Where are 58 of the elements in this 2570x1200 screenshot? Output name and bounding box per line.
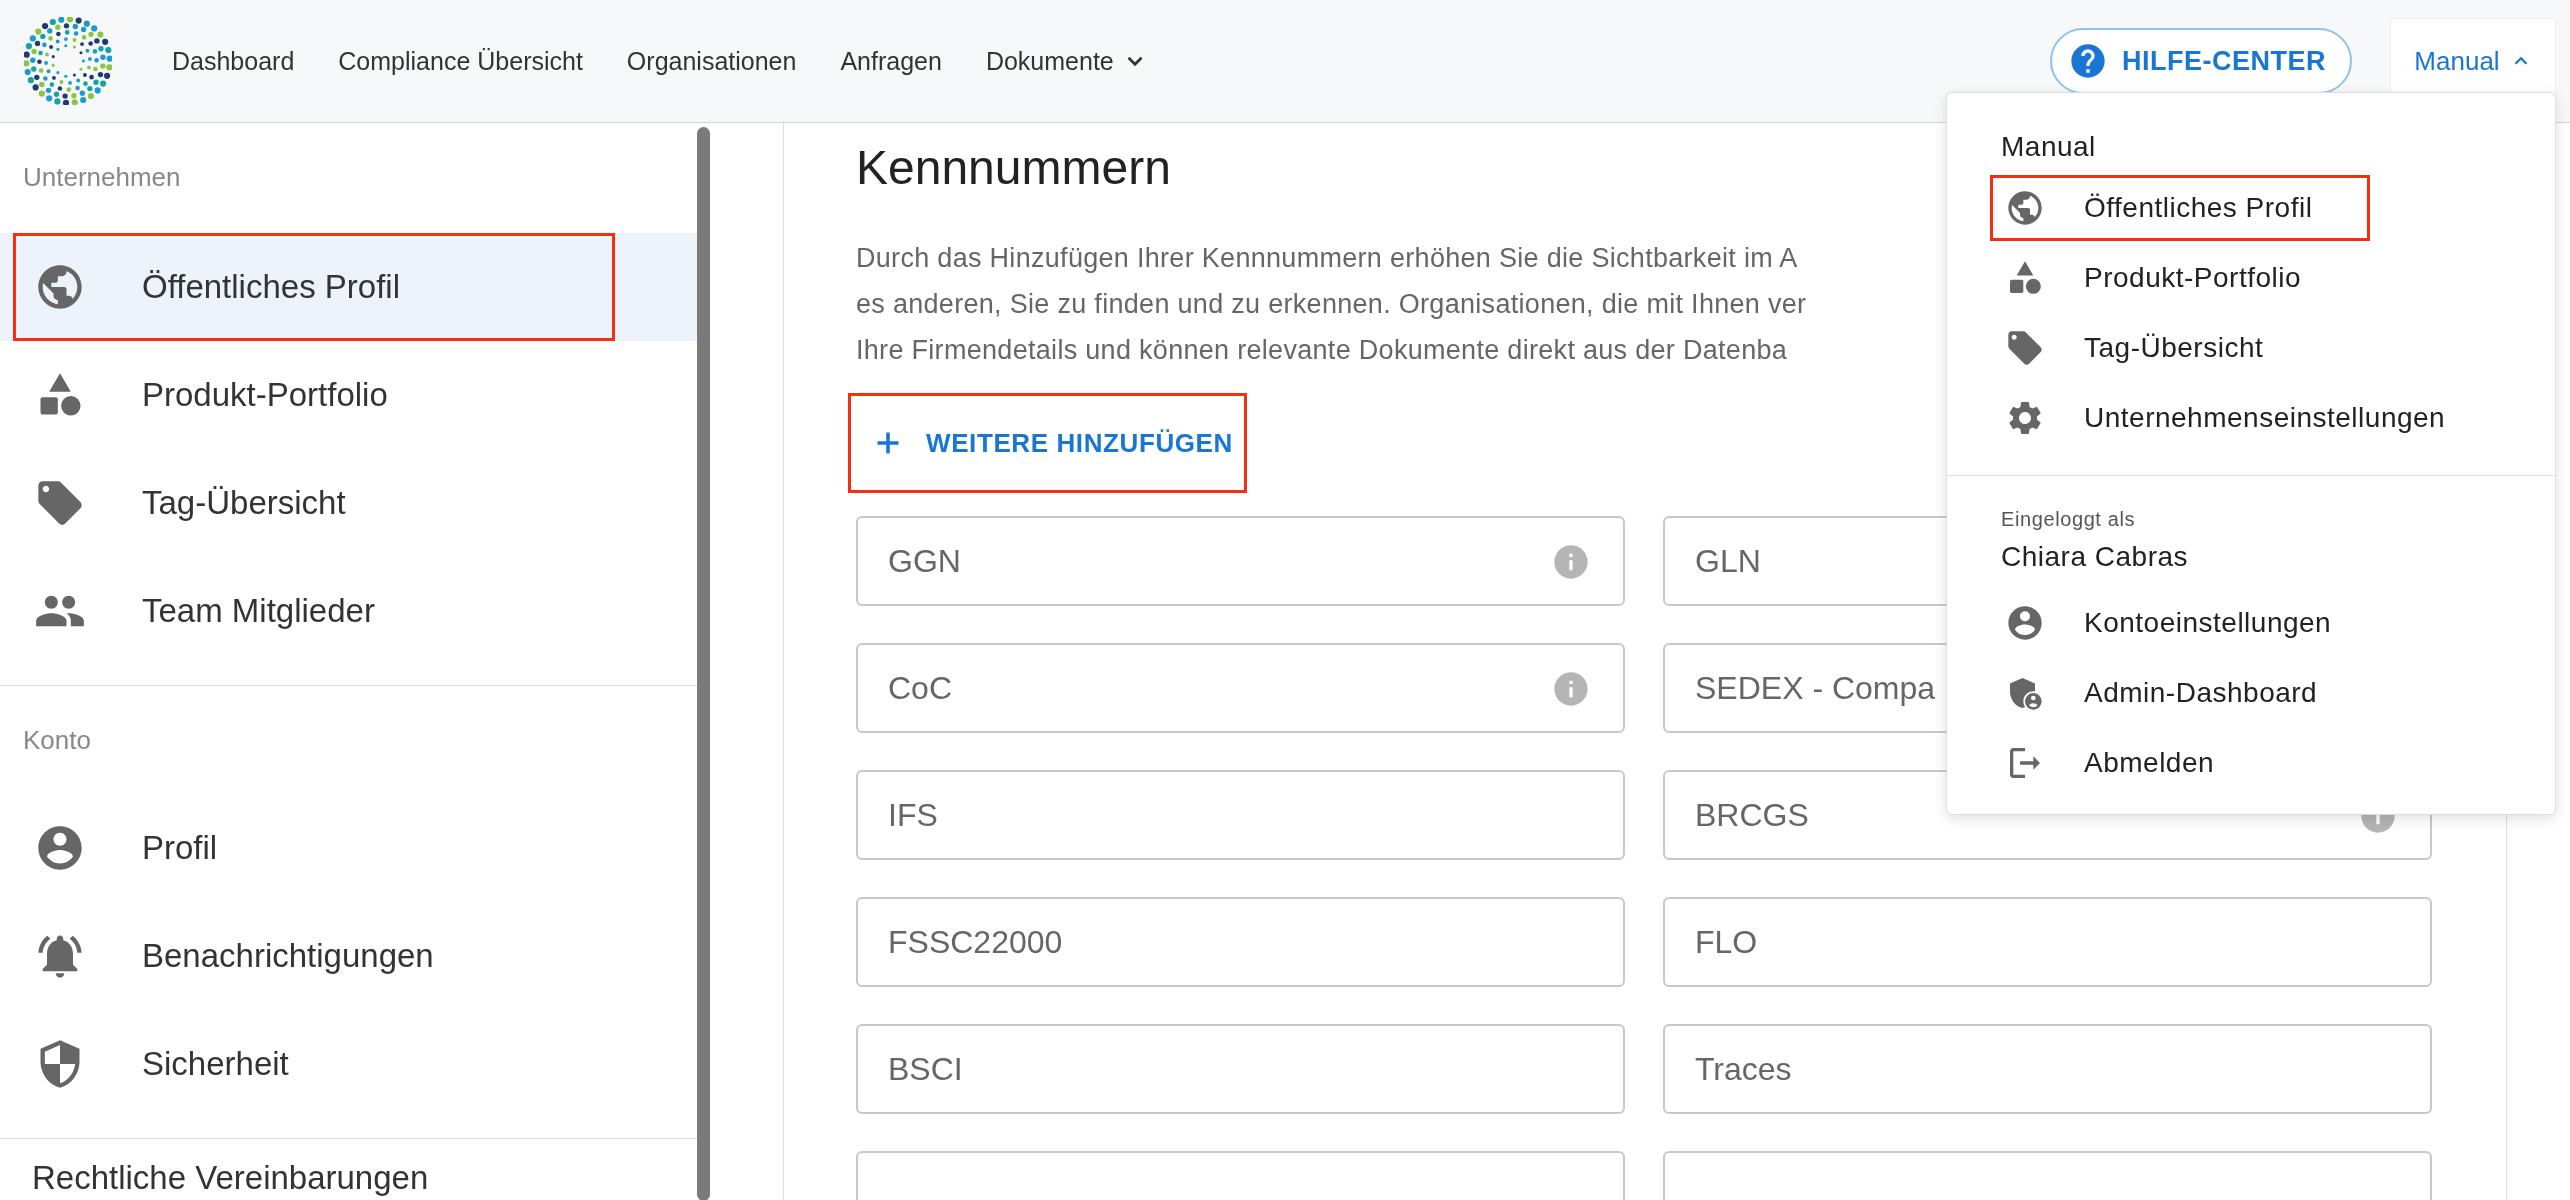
sidebar-item[interactable]: Rechtliche Vereinbarungen xyxy=(0,1139,697,1197)
logged-in-caption: Eingeloggt als xyxy=(2000,507,2137,532)
account-icon xyxy=(2005,603,2045,643)
globe-icon xyxy=(2005,188,2045,228)
page-title: Kennnummern xyxy=(856,140,1171,196)
menu-item-label: Tag-Übersicht xyxy=(2084,332,2264,364)
scrollbar[interactable] xyxy=(697,127,710,1200)
menu-item-label: Öffentliches Profil xyxy=(2084,192,2313,224)
add-more-button[interactable]: WEITERE HINZUFÜGEN xyxy=(856,413,1247,473)
menu-item[interactable]: Öffentliches Profil xyxy=(1947,173,2555,243)
nav-link[interactable]: Dokumente xyxy=(985,46,1148,76)
sidebar-item[interactable]: Tag-Übersicht xyxy=(0,449,697,557)
info-icon[interactable] xyxy=(1551,542,1591,582)
tag-icon xyxy=(2005,328,2045,368)
input-field[interactable]: GGN xyxy=(856,516,1625,606)
sidebar-item-label: Team Mitglieder xyxy=(142,592,375,630)
sidebar-item[interactable]: Produkt-Portfolio xyxy=(0,341,697,449)
input-field[interactable]: FSSC22000 xyxy=(856,897,1625,987)
help-center-button[interactable]: HILFE-CENTER xyxy=(2050,28,2352,94)
nav-link[interactable]: Compliance Übersicht xyxy=(338,46,583,76)
sidebar-item[interactable]: Benachrichtigungen xyxy=(0,902,697,1010)
description-text: Durch das Hinzufügen Ihrer Kennnummern erhöhen Sie die Sichtbarkeit im A xyxy=(856,242,1798,275)
sidebar-item-label: Tag-Übersicht xyxy=(142,484,346,522)
menu-item[interactable]: Produkt-Portfolio xyxy=(1947,243,2555,313)
input-field[interactable]: BSCI xyxy=(856,1024,1625,1114)
menu-item[interactable]: Kontoeinstellungen xyxy=(1947,588,2555,658)
sidebar-item-label: Sicherheit xyxy=(142,1045,289,1083)
menu-item-label: Admin-Dashboard xyxy=(2084,677,2318,709)
sidebar-item-label: Produkt-Portfolio xyxy=(142,376,388,414)
sidebar-item-label: Öffentliches Profil xyxy=(142,268,400,306)
user-name: Chiara Cabras xyxy=(2000,540,2190,574)
input-field[interactable]: Traces xyxy=(1663,1024,2432,1114)
help-icon xyxy=(2068,41,2108,81)
description-text: es anderen, Sie zu finden und zu erkennen. Organisationen, die mit Ihnen ver xyxy=(856,288,1807,321)
section-heading: Unternehmen xyxy=(22,161,182,193)
sidebar-item[interactable]: Team Mitglieder xyxy=(0,557,697,665)
menu-heading: Manual xyxy=(2000,130,2097,164)
nav-link[interactable]: Dashboard xyxy=(172,46,295,76)
menu-item[interactable]: Unternehmenseinstellungen xyxy=(1947,383,2555,453)
menu-item-label: Unternehmenseinstellungen xyxy=(2084,402,2446,434)
menu-item[interactable]: Tag-Übersicht xyxy=(1947,313,2555,383)
menu-item-label: Kontoeinstellungen xyxy=(2084,607,2332,639)
description-text: Ihre Firmendetails und können relevante Dokumente direkt aus der Datenba xyxy=(856,334,1788,367)
logo[interactable] xyxy=(24,17,112,105)
sidebar-item-label: Profil xyxy=(142,829,218,867)
info-icon[interactable] xyxy=(1551,669,1591,709)
input-field[interactable]: FLO xyxy=(1663,897,2432,987)
nav-link[interactable]: Organisationen xyxy=(626,46,797,76)
sidebar-item[interactable]: Sicherheit xyxy=(0,1010,697,1118)
sidebar-item[interactable]: Profil xyxy=(0,794,697,902)
sidebar-item-label: Benachrichtigungen xyxy=(142,937,434,975)
input-field[interactable]: CoC xyxy=(856,643,1625,733)
section-heading: Konto xyxy=(22,724,92,756)
sidebar-item[interactable]: Öffentliches Profil xyxy=(0,233,697,341)
menu-item-label: Produkt-Portfolio xyxy=(2084,262,2302,294)
nav-link[interactable]: Anfragen xyxy=(840,46,942,76)
menu-item[interactable]: Admin-Dashboard xyxy=(1947,658,2555,728)
input-field[interactable]: IFS xyxy=(856,770,1625,860)
